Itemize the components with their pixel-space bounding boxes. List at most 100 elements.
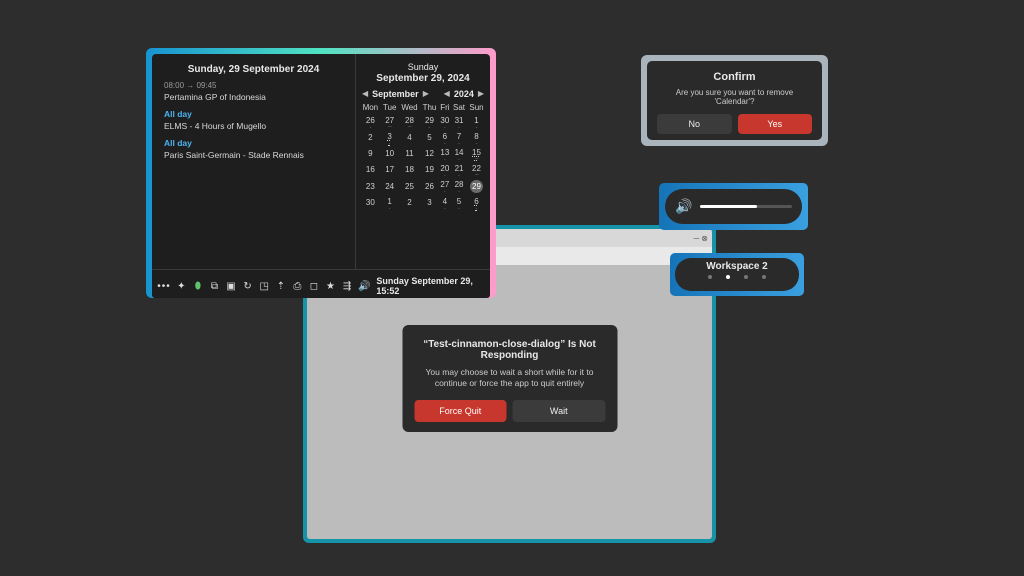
event-time: All day	[164, 109, 343, 120]
event-label: Pertamina GP of Indonesia	[164, 92, 343, 103]
volume-slider[interactable]	[700, 205, 792, 208]
dow-header: Mon	[360, 101, 381, 114]
calendar-day[interactable]: 5	[420, 130, 438, 146]
calendar-day[interactable]: 3	[381, 130, 399, 146]
calendar-grid: MonTueWedThuFriSatSun 262728293031123456…	[360, 101, 486, 211]
calendar-day[interactable]: 26	[360, 114, 381, 130]
calendar-day[interactable]: 10	[381, 146, 399, 162]
yes-button[interactable]: Yes	[738, 114, 813, 134]
workspace-label: Workspace 2	[675, 261, 799, 272]
taskbar: ••• ✦ ⬮ ⧉ ▣ ↻ ◳ ⇡ ⎙ ◻ ★ ⇶ 🔊 Sunday Septe…	[152, 274, 490, 298]
clipboard-icon[interactable]: ▣	[226, 280, 237, 292]
calendar-day[interactable]: 18	[399, 162, 421, 178]
package-icon[interactable]: ◳	[259, 280, 270, 292]
calendar-pane: Sunday September 29, 2024 ◀ September ▶ …	[355, 54, 490, 269]
events-date-heading: Sunday, 29 September 2024	[164, 64, 343, 75]
confirm-message: Are you sure you want to remove 'Calenda…	[657, 88, 812, 106]
calendar-event[interactable]: All dayELMS - 4 Hours of Mugello	[164, 109, 343, 132]
calendar-day[interactable]: 27	[439, 178, 451, 195]
next-month-icon[interactable]: ▶	[423, 89, 429, 98]
calendar-day[interactable]: 2	[399, 195, 421, 211]
calendar-day[interactable]: 30	[439, 114, 451, 130]
calendar-day[interactable]: 30	[360, 195, 381, 211]
calendar-day[interactable]: 26	[420, 178, 438, 195]
star-icon[interactable]: ★	[325, 280, 336, 292]
volume-tray-icon[interactable]: 🔊	[358, 280, 370, 292]
month-label[interactable]: September	[372, 89, 419, 99]
event-time: 08:00 → 09:45	[164, 81, 343, 92]
calendar-day[interactable]: 21	[451, 162, 467, 178]
no-button[interactable]: No	[657, 114, 732, 134]
calendar-day[interactable]: 2	[360, 130, 381, 146]
dow-header: Sat	[451, 101, 467, 114]
next-year-icon[interactable]: ▶	[478, 89, 484, 98]
screenshot-icon[interactable]: ◻	[309, 280, 320, 292]
calendar-day[interactable]: 3	[420, 195, 438, 211]
calendar-event[interactable]: 08:00 → 09:45Pertamina GP of Indonesia	[164, 81, 343, 103]
calendar-day[interactable]: 22	[467, 162, 486, 178]
calendar-day[interactable]: 17	[381, 162, 399, 178]
calendar-day[interactable]: 15	[467, 146, 486, 162]
event-label: Paris Saint-Germain - Stade Rennais	[164, 150, 343, 161]
calendar-day[interactable]: 28	[451, 178, 467, 195]
volume-level	[700, 205, 757, 208]
calendar-day[interactable]: 20	[439, 162, 451, 178]
confirm-title: Confirm	[657, 71, 812, 83]
calendar-day[interactable]: 25	[399, 178, 421, 195]
wait-button[interactable]: Wait	[513, 400, 606, 422]
printer-icon[interactable]: ⎙	[292, 280, 303, 292]
sync-icon[interactable]: ↻	[242, 280, 253, 292]
calendar-day[interactable]: 27	[381, 114, 399, 130]
close-icon[interactable]: ⊗	[701, 234, 708, 243]
upload-icon[interactable]: ⇡	[275, 280, 286, 292]
calendar-day[interactable]: 13	[439, 146, 451, 162]
calendar-day[interactable]: 14	[451, 146, 467, 162]
calendar-day[interactable]: 1	[381, 195, 399, 211]
dow-header: Fri	[439, 101, 451, 114]
calendar-day[interactable]: 24	[381, 178, 399, 195]
calendar-day[interactable]: 5	[451, 195, 467, 211]
calendar-day[interactable]: 31	[451, 114, 467, 130]
calendar-day[interactable]: 6	[467, 195, 486, 211]
calendar-day[interactable]: 11	[399, 146, 421, 162]
force-quit-button[interactable]: Force Quit	[414, 400, 507, 422]
nr-dialog-title: “Test-cinnamon-close-dialog” Is Not Resp…	[414, 339, 605, 361]
calendar-day[interactable]: 6	[439, 130, 451, 146]
calendar-day[interactable]: 4	[399, 130, 421, 146]
calendar-day[interactable]: 23	[360, 178, 381, 195]
prev-year-icon[interactable]: ◀	[444, 89, 450, 98]
prev-month-icon[interactable]: ◀	[362, 89, 368, 98]
event-label: ELMS - 4 Hours of Mugello	[164, 121, 343, 132]
confirm-dialog: Confirm Are you sure you want to remove …	[647, 61, 822, 140]
calendar-day[interactable]: 19	[420, 162, 438, 178]
calendar-day[interactable]: 16	[360, 162, 381, 178]
calendar-full-date: September 29, 2024	[360, 73, 486, 85]
calendar-day[interactable]: 9	[360, 146, 381, 162]
workspace-indicator[interactable]	[708, 275, 712, 279]
calendar-day[interactable]: 4	[439, 195, 451, 211]
calendar-popup: Sunday, 29 September 2024 08:00 → 09:45P…	[146, 48, 496, 298]
calendar-day[interactable]: 7	[451, 130, 467, 146]
workspace-indicator[interactable]	[744, 275, 748, 279]
shield-icon[interactable]: ⬮	[193, 280, 204, 292]
taskbar-clock[interactable]: Sunday September 29, 15:52	[376, 276, 484, 296]
menu-icon[interactable]: •••	[158, 280, 170, 292]
not-responding-dialog: “Test-cinnamon-close-dialog” Is Not Resp…	[402, 325, 617, 432]
wifi-icon[interactable]: ⇶	[342, 280, 353, 292]
workspace-indicator[interactable]	[762, 275, 766, 279]
dropbox-icon[interactable]: ⧉	[209, 280, 220, 292]
dow-header: Wed	[399, 101, 421, 114]
dow-header: Thu	[420, 101, 438, 114]
minimize-icon[interactable]: ─	[694, 234, 700, 243]
year-label[interactable]: 2024	[454, 89, 474, 99]
calendar-day[interactable]: 28	[399, 114, 421, 130]
calendar-day[interactable]: 12	[420, 146, 438, 162]
workspace-indicator[interactable]	[726, 275, 730, 279]
calendar-day[interactable]: 8	[467, 130, 486, 146]
calendar-day[interactable]: 29	[467, 178, 486, 195]
calendar-day[interactable]: 29	[420, 114, 438, 130]
workspace-osd: Workspace 2	[675, 258, 799, 291]
calendar-event[interactable]: All dayParis Saint-Germain - Stade Renna…	[164, 138, 343, 161]
app-icon-1[interactable]: ✦	[176, 280, 187, 292]
calendar-day[interactable]: 1	[467, 114, 486, 130]
